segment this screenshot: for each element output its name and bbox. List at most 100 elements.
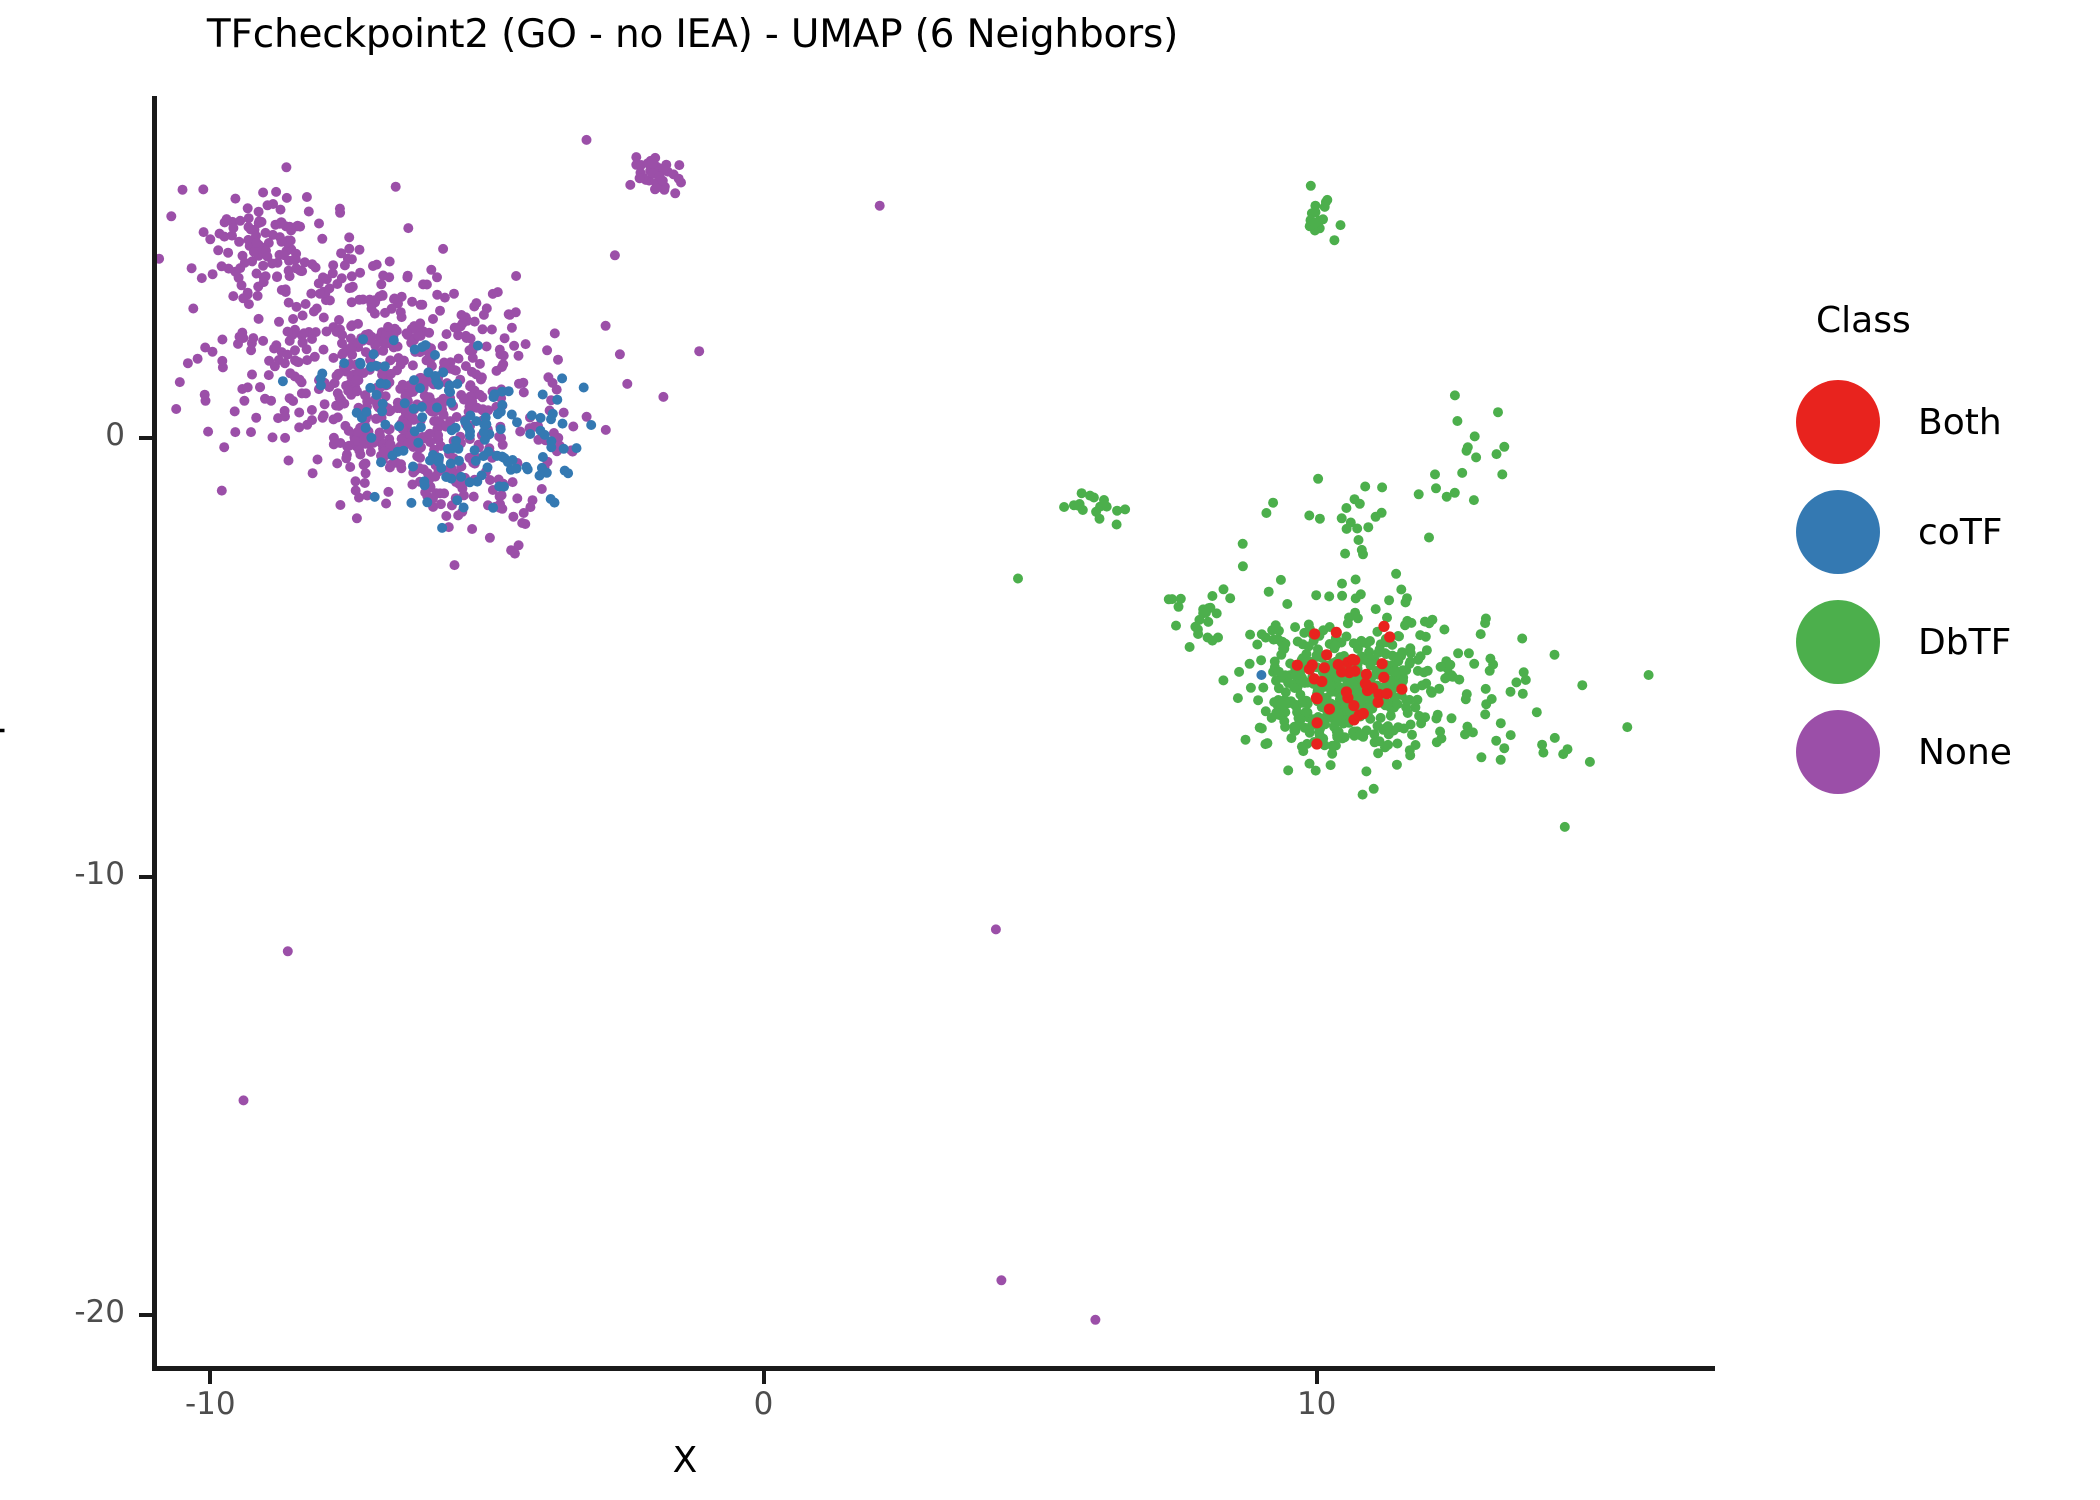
scatter-point <box>219 231 230 242</box>
scatter-point <box>401 328 412 339</box>
scatter-point <box>358 334 369 345</box>
scatter-point <box>314 218 324 229</box>
scatter-point <box>433 430 444 441</box>
scatter-point <box>506 322 517 333</box>
scatter-point <box>1337 578 1347 589</box>
scatter-point <box>333 400 344 411</box>
scatter-point <box>1421 645 1432 656</box>
scatter-point <box>422 497 433 508</box>
scatter-point <box>307 415 317 426</box>
scatter-point <box>520 339 531 350</box>
scatter-point <box>399 355 409 366</box>
scatter-point <box>430 371 441 381</box>
scatter-point <box>449 288 459 299</box>
scatter-point <box>1505 730 1516 741</box>
scatter-point <box>1311 738 1323 750</box>
scatter-point <box>1218 675 1229 686</box>
scatter-point <box>465 426 475 437</box>
scatter-point <box>1245 629 1256 640</box>
scatter-point <box>1549 732 1560 743</box>
scatter-point <box>352 386 362 397</box>
scatter-point <box>1318 214 1328 225</box>
scatter-point <box>376 279 387 290</box>
scatter-point <box>1405 750 1416 761</box>
scatter-point <box>446 397 457 408</box>
scatter-point <box>1348 700 1360 712</box>
scatter-point <box>300 388 311 399</box>
scatter-point <box>1383 739 1393 750</box>
scatter-point <box>285 235 296 246</box>
legend-item-none[interactable]: None <box>1780 697 2100 807</box>
scatter-point <box>1340 686 1352 698</box>
scatter-point <box>1309 628 1321 640</box>
scatter-point <box>1163 594 1174 605</box>
scatter-point <box>1256 670 1267 680</box>
scatter-point <box>384 462 395 473</box>
scatter-point <box>435 305 445 316</box>
scatter-point <box>513 350 524 361</box>
scatter-point <box>1562 744 1573 755</box>
scatter-point <box>380 419 391 430</box>
scatter-point <box>534 470 545 481</box>
scatter-point <box>515 426 526 437</box>
scatter-point <box>1059 502 1070 512</box>
scatter-point <box>1341 503 1352 513</box>
scatter-point <box>371 389 382 400</box>
scatter-point <box>366 303 377 314</box>
scatter-point <box>1453 648 1464 659</box>
scatter-point <box>1499 743 1510 754</box>
legend-item-dbtf[interactable]: DbTF <box>1780 587 2100 697</box>
scatter-point <box>1261 508 1272 518</box>
scatter-point <box>1537 739 1548 750</box>
scatter-point <box>1234 666 1245 677</box>
scatter-point <box>559 465 570 476</box>
scatter-point <box>657 175 668 186</box>
scatter-point <box>647 158 658 169</box>
legend-item-label: None <box>1918 731 2012 773</box>
scatter-point <box>546 414 556 425</box>
scatter-point <box>1446 713 1457 724</box>
legend-key-circle-icon <box>1796 490 1880 574</box>
scatter-point <box>1517 633 1528 644</box>
scatter-point <box>1262 738 1273 749</box>
scatter-point <box>419 480 430 491</box>
scatter-point <box>378 270 389 281</box>
scatter-point <box>1413 489 1424 500</box>
scatter-point <box>1275 574 1286 585</box>
scatter-point <box>243 213 254 224</box>
scatter-point <box>1258 682 1269 693</box>
scatter-point <box>344 232 355 243</box>
scatter-point <box>360 422 371 433</box>
scatter-point <box>351 513 362 524</box>
scatter-point <box>216 261 227 272</box>
legend-item-cotf[interactable]: coTF <box>1780 477 2100 587</box>
scatter-point <box>441 511 452 521</box>
scatter-point <box>511 271 522 281</box>
scatter-point <box>609 250 620 261</box>
scatter-point <box>1355 589 1366 600</box>
scatter-point <box>307 468 318 479</box>
scatter-point <box>1175 593 1186 604</box>
scatter-point <box>234 331 245 342</box>
scatter-point <box>1398 723 1409 734</box>
scatter-point <box>1347 653 1359 665</box>
x-tick-mark <box>761 1371 766 1384</box>
scatter-point <box>557 373 568 384</box>
scatter-point <box>407 412 418 423</box>
scatter-point <box>509 340 520 351</box>
scatter-point <box>1475 629 1486 640</box>
scatter-point <box>228 291 239 302</box>
scatter-point <box>406 497 417 508</box>
scatter-point <box>333 368 344 379</box>
scatter-point <box>1493 407 1503 418</box>
scatter-point <box>1435 661 1446 672</box>
scatter-point <box>1511 677 1522 688</box>
scatter-point <box>315 373 326 384</box>
scatter-point <box>242 203 253 214</box>
legend-item-both[interactable]: Both <box>1780 367 2100 477</box>
scatter-point <box>1407 729 1417 740</box>
scatter-point <box>499 481 509 492</box>
scatter-point <box>1476 752 1487 763</box>
scatter-point <box>1333 727 1344 738</box>
scatter-point <box>1375 712 1386 723</box>
